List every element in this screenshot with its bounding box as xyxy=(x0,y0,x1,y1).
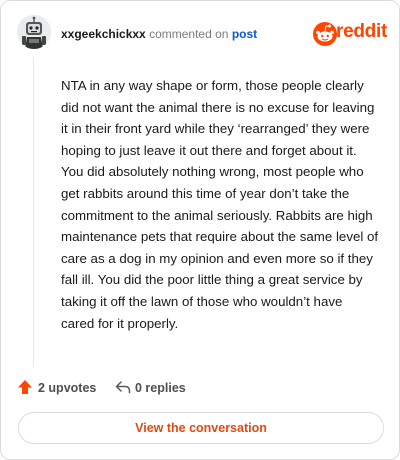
action-text: commented on xyxy=(149,27,229,41)
comment-body: NTA in any way shape or form, those peop… xyxy=(61,78,379,331)
replies-count[interactable]: 0 replies xyxy=(135,381,186,395)
comment-embed-card: xxgeekchickxx commented on post reddit N… xyxy=(0,0,400,460)
thread-line xyxy=(33,57,34,367)
username-link[interactable]: xxgeekchickxx xyxy=(61,27,146,41)
reddit-wordmark: reddit xyxy=(336,21,387,42)
reply-arrow-icon[interactable] xyxy=(115,379,131,395)
comment-header: xxgeekchickxx commented on post xyxy=(61,27,257,41)
post-link[interactable]: post xyxy=(232,27,257,41)
robot-avatar-icon xyxy=(17,15,51,49)
upvote-arrow-icon[interactable] xyxy=(17,379,33,395)
view-conversation-button[interactable]: View the conversation xyxy=(18,412,384,444)
user-avatar[interactable] xyxy=(17,15,51,49)
upvotes-count[interactable]: 2 upvotes xyxy=(38,381,96,395)
